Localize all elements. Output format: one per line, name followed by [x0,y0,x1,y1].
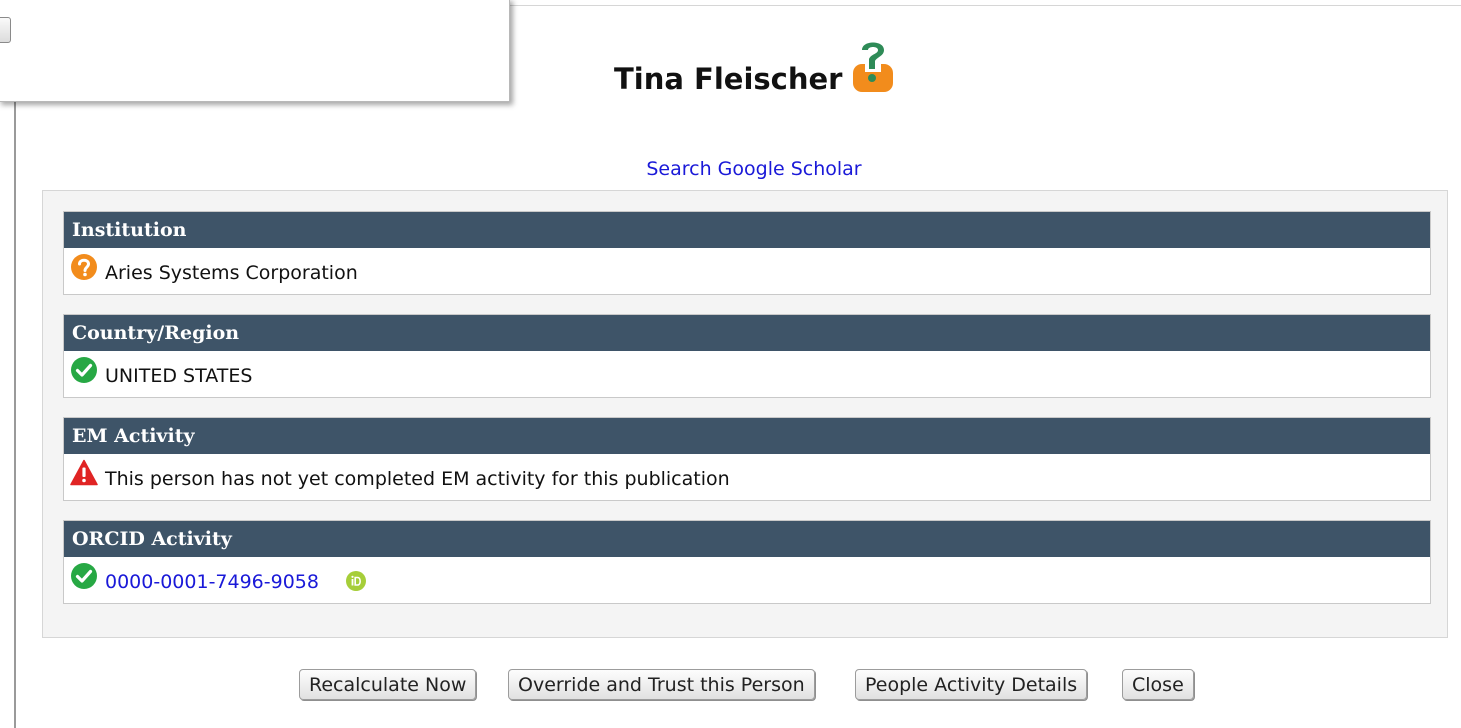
unknown-person-icon [853,42,893,92]
question-circle-icon [71,254,97,280]
google-scholar-link[interactable]: Search Google Scholar [0,158,1461,180]
person-name: Tina Fleischer [614,62,843,96]
action-button-bar: Recalculate Now Override and Trust this … [0,669,1461,701]
people-activity-details-button[interactable]: People Activity Details [855,669,1088,700]
frame-left-border [14,0,16,728]
check-circle-icon [71,357,97,383]
institution-body: Aries Systems Corporation [64,248,1430,294]
em-activity-header: EM Activity [64,418,1430,454]
country-region-header: Country/Region [64,315,1430,351]
institution-header: Institution [64,212,1430,248]
em-activity-section: EM Activity This person has not yet comp… [63,417,1431,501]
warning-triangle-icon [70,459,98,486]
check-circle-icon [71,563,97,589]
override-trust-button[interactable]: Override and Trust this Person [508,669,815,700]
recalculate-now-button[interactable]: Recalculate Now [299,669,477,700]
trust-details-page: Tina Fleischer Search Google Scholar Ins… [0,0,1461,728]
orcid-value: 0000-0001-7496-9058 [105,571,319,593]
country-region-body: UNITED STATES [64,351,1430,397]
em-activity-body: This person has not yet completed EM act… [64,454,1430,500]
orcid-id-link[interactable]: 0000-0001-7496-9058 [105,571,319,593]
country-region-value: UNITED STATES [105,365,253,387]
orcid-activity-body: 0000-0001-7496-9058 [64,557,1430,603]
popup-handle-button[interactable] [0,17,11,43]
orcid-activity-section: ORCID Activity 0000-0001-7496-9058 [63,520,1431,604]
institution-value: Aries Systems Corporation [105,262,358,284]
details-panel: Institution Aries Systems Corporation Co… [42,190,1448,638]
orcid-activity-header: ORCID Activity [64,521,1430,557]
country-region-section: Country/Region UNITED STATES [63,314,1431,398]
institution-section: Institution Aries Systems Corporation [63,211,1431,295]
em-activity-value: This person has not yet completed EM act… [105,468,730,490]
orcid-icon[interactable] [346,571,366,591]
overlay-popup [0,0,510,102]
close-button[interactable]: Close [1122,669,1194,700]
